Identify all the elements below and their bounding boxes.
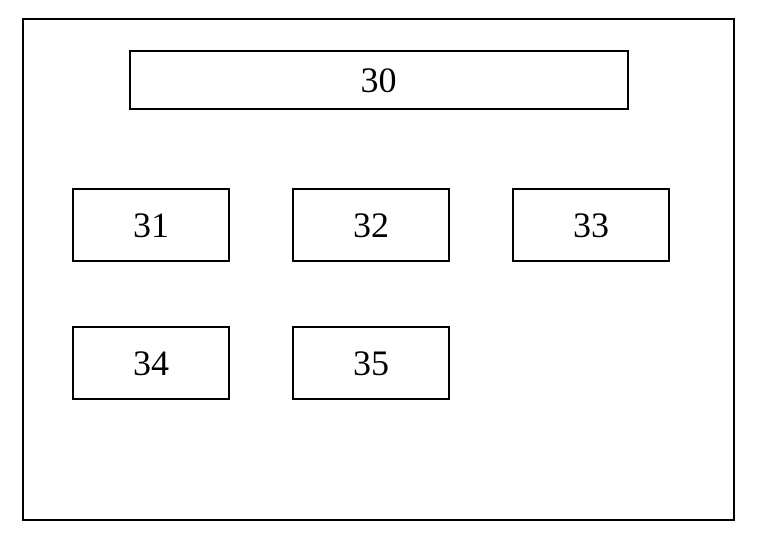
box-label: 31 (133, 204, 169, 246)
box-label: 33 (573, 204, 609, 246)
header-label: 30 (361, 59, 397, 101)
box-32: 32 (292, 188, 450, 262)
box-33: 33 (512, 188, 670, 262)
box-34: 34 (72, 326, 230, 400)
box-label: 35 (353, 342, 389, 384)
row-2: 34 35 (72, 326, 685, 400)
box-31: 31 (72, 188, 230, 262)
box-35: 35 (292, 326, 450, 400)
box-label: 34 (133, 342, 169, 384)
row-1: 31 32 33 (72, 188, 685, 262)
header-row: 30 (72, 50, 685, 110)
box-label: 32 (353, 204, 389, 246)
diagram-container: 30 31 32 33 34 35 (22, 18, 735, 521)
header-box: 30 (129, 50, 629, 110)
